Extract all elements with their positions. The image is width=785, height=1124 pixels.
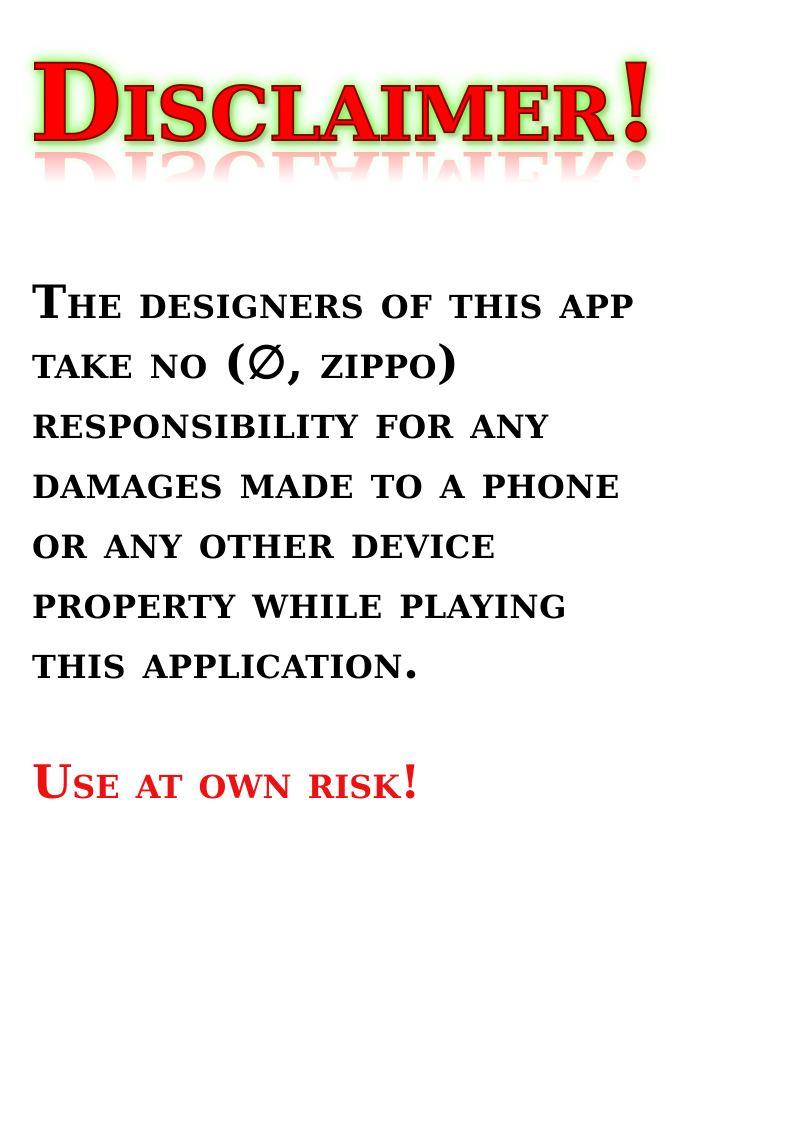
disclaimer-line: property while playing [32, 575, 567, 629]
disclaimer-line: The designers of this app [32, 275, 634, 329]
title-banner: Disclaimer! Disclaimer! [0, 40, 785, 253]
disclaimer-line: damages made to a phone [32, 455, 620, 509]
disclaimer-body: The designers of this app take no (∅, zi… [32, 272, 762, 692]
disclaimer-line: responsibility for any [32, 395, 549, 449]
disclaimer-line: take no (∅, zippo) [32, 335, 460, 389]
disclaimer-line: or any other device [32, 515, 496, 569]
disclaimer-screen: { "screen": { "title": "Disclaimer!", "b… [0, 0, 785, 1124]
page-title: Disclaimer! [29, 40, 660, 165]
risk-warning: Use at own risk! [32, 755, 421, 809]
disclaimer-line: this application. [32, 635, 420, 689]
